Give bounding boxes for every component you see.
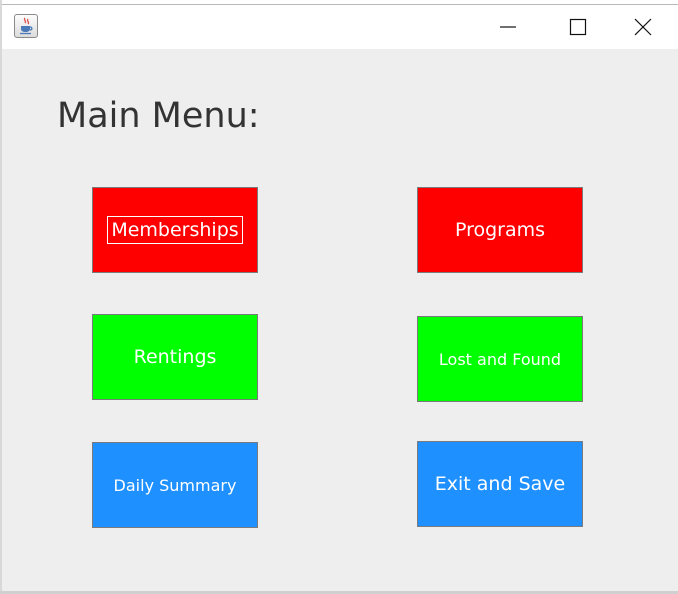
- java-cup-icon[interactable]: [14, 14, 38, 38]
- daily-summary-button[interactable]: Daily Summary: [92, 442, 258, 528]
- page-title: Main Menu:: [57, 96, 260, 136]
- exit-and-save-label: Exit and Save: [434, 473, 566, 495]
- close-button[interactable]: [608, 5, 678, 49]
- daily-summary-label: Daily Summary: [113, 475, 237, 495]
- minimize-icon: [500, 26, 516, 28]
- lost-and-found-label: Lost and Found: [438, 349, 562, 369]
- programs-button[interactable]: Programs: [417, 187, 583, 273]
- rentings-button[interactable]: Rentings: [92, 314, 258, 400]
- maximize-icon: [569, 18, 587, 36]
- lost-and-found-button[interactable]: Lost and Found: [417, 316, 583, 402]
- rentings-label: Rentings: [133, 346, 217, 368]
- maximize-button[interactable]: [543, 5, 613, 49]
- close-icon: [634, 18, 652, 36]
- programs-label: Programs: [454, 219, 546, 241]
- memberships-label: Memberships: [107, 216, 243, 244]
- app-window: Main Menu: Memberships Programs Rentings…: [0, 0, 678, 594]
- content-panel: Main Menu: Memberships Programs Rentings…: [2, 49, 678, 593]
- memberships-button[interactable]: Memberships: [92, 187, 258, 273]
- minimize-button[interactable]: [473, 5, 543, 49]
- title-bar[interactable]: [2, 4, 678, 49]
- exit-and-save-button[interactable]: Exit and Save: [417, 441, 583, 527]
